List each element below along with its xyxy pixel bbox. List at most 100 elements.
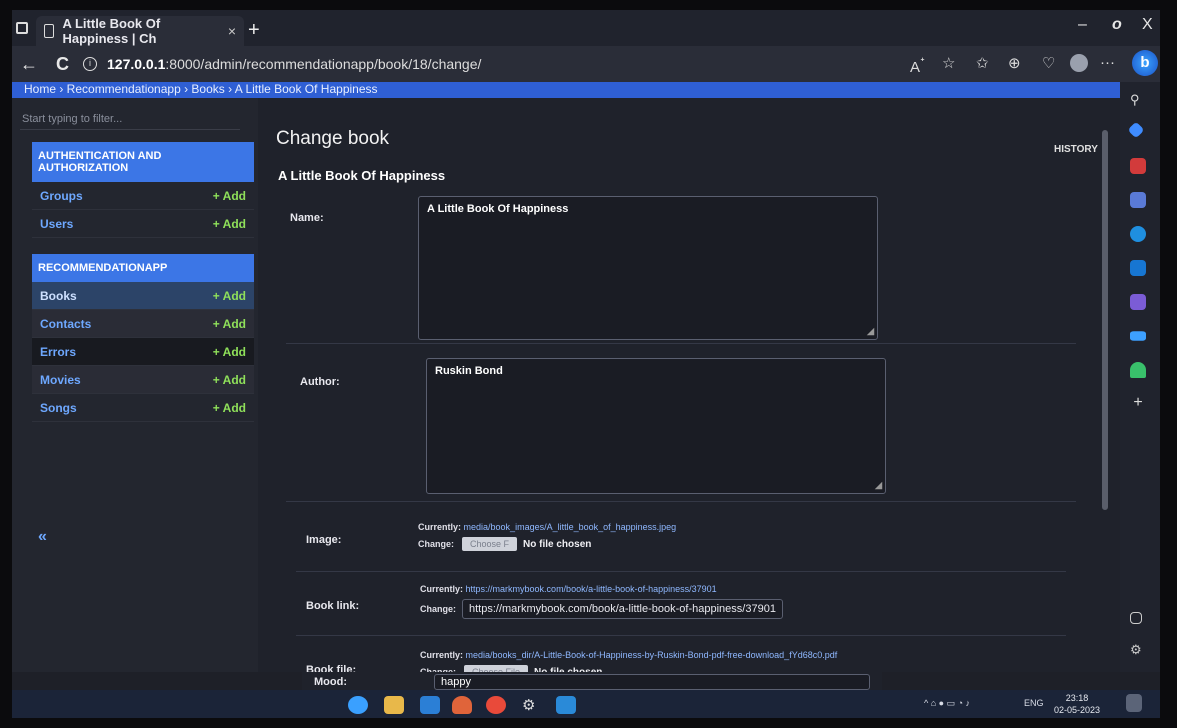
add-users-link[interactable]: + Add [213, 217, 246, 231]
image-widget: Currently: media/book_images/A_little_bo… [418, 522, 676, 551]
model-link-movies[interactable]: Movies [40, 373, 81, 387]
nav-sidebar: Start typing to filter... AUTHENTICATION… [12, 98, 258, 672]
name-textarea[interactable]: A Little Book Of Happiness ◢ [418, 196, 878, 340]
scroll-thumb[interactable] [1102, 130, 1108, 510]
book-link-input[interactable]: https://markmybook.com/book/a-little-boo… [462, 599, 783, 619]
outlook-icon[interactable] [1130, 260, 1146, 276]
model-link-contacts[interactable]: Contacts [40, 317, 91, 331]
collections-icon[interactable]: ⊕ [1008, 54, 1021, 72]
model-row-songs: Songs + Add [32, 394, 254, 422]
more-menu-icon[interactable]: ··· [1100, 54, 1115, 71]
system-tray-icons[interactable]: ^ ⌂ ● ▭ ◔ ♪ [924, 698, 970, 709]
book-link-label: Book link: [306, 600, 360, 612]
model-row-contacts: Contacts + Add [32, 310, 254, 338]
add-songs-link[interactable]: + Add [213, 401, 246, 415]
model-link-groups[interactable]: Groups [40, 189, 83, 203]
read-aloud-icon[interactable]: Aᐩ [910, 54, 925, 76]
sidebar-toggle-icon[interactable] [1130, 612, 1142, 624]
model-row-movies: Movies + Add [32, 366, 254, 394]
edge-taskbar-icon[interactable] [348, 696, 368, 714]
add-books-link[interactable]: + Add [213, 289, 246, 303]
author-label: Author: [300, 376, 340, 388]
module-caption-recommendationapp[interactable]: RECOMMENDATIONAPP [32, 254, 254, 282]
model-row-errors: Errors + Add [32, 338, 254, 366]
favorites-icon[interactable]: ✩ [976, 54, 989, 72]
collapse-sidebar-button[interactable]: « [38, 528, 47, 546]
vscode-icon[interactable] [556, 696, 576, 714]
chrome-icon[interactable] [486, 696, 506, 714]
model-link-users[interactable]: Users [40, 217, 73, 231]
reload-button[interactable]: C [56, 54, 69, 75]
clock-date: 02-05-2023 [1054, 705, 1101, 715]
page-scrollbar[interactable] [1102, 90, 1110, 670]
book-file-current-link[interactable]: media/books_dir/A-Little-Book-of-Happine… [466, 650, 838, 660]
notification-icon[interactable] [1126, 694, 1142, 712]
model-link-songs[interactable]: Songs [40, 401, 77, 415]
app-icon[interactable] [452, 696, 472, 714]
settings-taskbar-icon[interactable]: ⚙ [522, 696, 542, 714]
model-row-users: Users + Add [32, 210, 254, 238]
tab-actions-icon[interactable] [16, 22, 28, 34]
add-contacts-link[interactable]: + Add [213, 317, 246, 331]
resize-handle-icon[interactable]: ◢ [867, 326, 874, 337]
book-link-change-label: Change: [420, 604, 456, 614]
add-errors-link[interactable]: + Add [213, 345, 246, 359]
module-recommendationapp: RECOMMENDATIONAPP Books + Add Contacts +… [32, 254, 254, 422]
store-icon[interactable] [420, 696, 440, 714]
image-no-file-text: No file chosen [523, 538, 592, 550]
field-row-book-link: Book link: Currently: https://markmybook… [296, 578, 1066, 636]
mood-input[interactable]: happy [434, 674, 870, 690]
tab-close-icon[interactable]: × [228, 23, 236, 39]
url-field[interactable]: i 127.0.0.1 :8000/admin/recommendationap… [83, 56, 481, 72]
bing-chat-icon[interactable]: b [1132, 50, 1158, 76]
field-row-image: Image: Currently: media/book_images/A_li… [296, 510, 1066, 572]
add-groups-link[interactable]: + Add [213, 189, 246, 203]
profile-avatar[interactable] [1070, 54, 1088, 72]
back-button[interactable]: ← [20, 54, 38, 75]
breadcrumb[interactable]: Home › Recommendationapp › Books › A Lit… [12, 82, 1120, 98]
model-row-groups: Groups + Add [32, 182, 254, 210]
image-label: Image: [306, 534, 342, 546]
model-link-errors[interactable]: Errors [40, 345, 76, 359]
tree-icon[interactable] [1130, 362, 1146, 378]
language-indicator[interactable]: ENG [1024, 698, 1044, 708]
health-icon[interactable]: ♡ [1042, 54, 1055, 72]
image-choose-file-button[interactable]: Choose F [462, 537, 518, 551]
field-row-name: Name: A Little Book Of Happiness ◢ [286, 192, 1076, 344]
tab-title: A Little Book Of Happiness | Ch [62, 16, 161, 46]
designer-icon[interactable] [1130, 294, 1146, 310]
add-movies-link[interactable]: + Add [213, 373, 246, 387]
settings-icon[interactable]: ⚙ [1130, 642, 1146, 658]
admin-page: Home › Recommendationapp › Books › A Lit… [12, 82, 1120, 679]
windows-taskbar: ⚙ ^ ⌂ ● ▭ ◔ ♪ ENG 23:18 02-05-2023 [12, 690, 1160, 718]
search-icon[interactable]: ⚲ [1130, 92, 1146, 108]
favorite-icon[interactable]: ☆ [942, 54, 955, 72]
new-tab-button[interactable]: + [248, 20, 260, 40]
tag-icon[interactable] [1127, 121, 1145, 139]
file-explorer-icon[interactable] [384, 696, 404, 714]
image-change-label: Change: [418, 539, 454, 549]
minimize-button[interactable]: – [1078, 16, 1087, 34]
tools-icon[interactable] [1130, 158, 1146, 174]
nav-filter-input[interactable]: Start typing to filter... [20, 110, 240, 130]
edge-sidebar: ⚲ + ⚙ [1120, 82, 1160, 672]
add-icon[interactable]: + [1130, 394, 1146, 411]
book-link-current-link[interactable]: https://markmybook.com/book/a-little-boo… [466, 584, 717, 594]
page-title: Change book [276, 128, 390, 149]
maximize-button[interactable]: o [1112, 16, 1122, 34]
browser-tab[interactable]: A Little Book Of Happiness | Ch × [36, 16, 244, 46]
edge-icon[interactable] [1130, 226, 1146, 242]
author-textarea[interactable]: Ruskin Bond ◢ [426, 358, 886, 494]
people-icon[interactable] [1130, 192, 1146, 208]
history-button[interactable]: HISTORY [1054, 144, 1098, 155]
drop-icon[interactable] [1130, 331, 1146, 341]
close-window-button[interactable]: X [1142, 16, 1153, 34]
book-file-currently-label: Currently: [420, 650, 464, 660]
site-info-icon[interactable]: i [83, 57, 97, 71]
clock[interactable]: 23:18 02-05-2023 [1054, 692, 1100, 716]
change-form: Change book HISTORY A Little Book Of Hap… [272, 98, 1112, 679]
module-caption-auth[interactable]: AUTHENTICATION AND AUTHORIZATION [32, 142, 254, 182]
resize-handle-icon[interactable]: ◢ [875, 480, 882, 491]
image-current-link[interactable]: media/book_images/A_little_book_of_happi… [464, 522, 677, 532]
model-link-books[interactable]: Books [40, 289, 77, 303]
